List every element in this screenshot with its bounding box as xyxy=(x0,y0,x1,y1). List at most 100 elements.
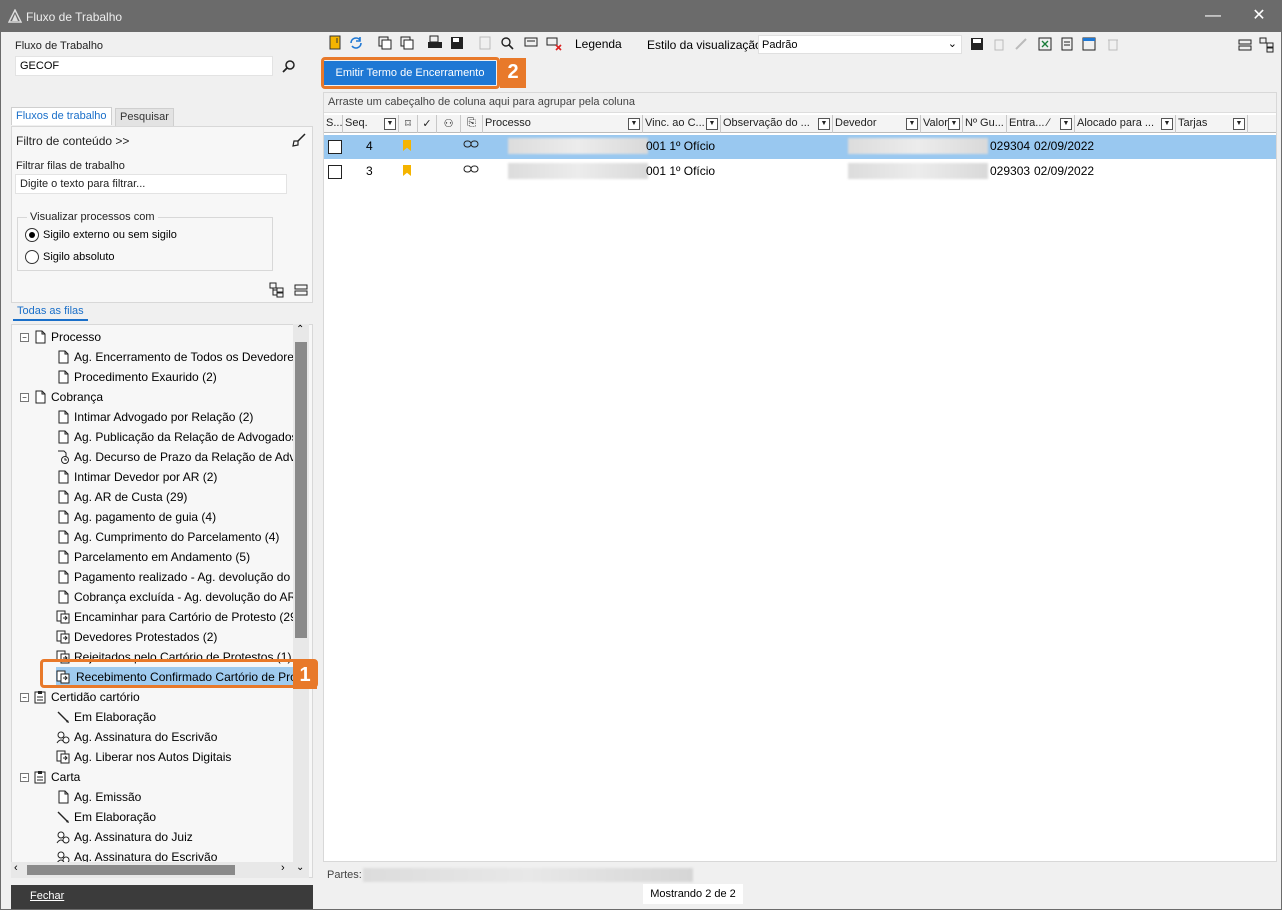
tree-item[interactable]: Ag. Cumprimento do Parcelamento (4) xyxy=(56,527,279,547)
collapse-toggle-icon[interactable]: − xyxy=(20,772,29,782)
column-header[interactable]: Devedor ▼ xyxy=(833,115,921,133)
column-header[interactable]: S... xyxy=(324,115,343,133)
tree-horizontal-scrollbar[interactable]: ‹ › xyxy=(11,862,293,878)
filter-dropdown-icon[interactable]: ▼ xyxy=(628,118,640,130)
expand-tree-icon[interactable] xyxy=(269,282,285,298)
tree-item[interactable]: Ag. Publicação da Relação de Advogados xyxy=(56,427,298,447)
attach-col-icon[interactable]: ⎘ xyxy=(461,115,483,133)
window-layout-icon[interactable] xyxy=(1081,36,1097,52)
tree-vertical-scrollbar[interactable]: ⌃ ⌄ xyxy=(293,324,309,878)
tree-item[interactable]: Ag. Encerramento de Todos os Devedores xyxy=(56,347,300,367)
bookmark-icon[interactable] xyxy=(403,165,411,176)
legend-button[interactable]: Legenda xyxy=(575,37,622,51)
tree-item[interactable]: Intimar Devedor por AR (2) xyxy=(56,467,217,487)
close-window-button[interactable]: ✕ xyxy=(1236,0,1282,32)
filter-dropdown-icon[interactable]: ▼ xyxy=(1161,118,1173,130)
tab-fluxos[interactable]: Fluxos de trabalho xyxy=(11,107,112,125)
content-filter-toggle[interactable]: Filtro de conteúdo >> xyxy=(16,134,129,148)
remove-comment-icon[interactable] xyxy=(546,35,562,51)
tree-item[interactable]: Ag. pagamento de guia (4) xyxy=(56,507,216,527)
close-button[interactable]: Fechar xyxy=(11,885,313,909)
collapse-toggle-icon[interactable]: − xyxy=(20,692,29,702)
tree-item[interactable]: Ag. Liberar nos Autos Digitais xyxy=(56,747,231,767)
column-header[interactable]: Vinc. ao C... ▼ xyxy=(643,115,721,133)
scroll-right-icon[interactable]: › xyxy=(281,862,285,874)
excel-export-icon[interactable] xyxy=(1037,36,1053,52)
brush-icon[interactable] xyxy=(291,132,307,148)
radio-button[interactable] xyxy=(25,228,39,242)
bookmark-icon[interactable] xyxy=(403,140,411,151)
copy-check-icon[interactable] xyxy=(377,35,393,51)
filter-dropdown-icon[interactable]: ▼ xyxy=(1060,118,1072,130)
search-icon[interactable] xyxy=(282,59,296,73)
tree-item[interactable]: Pagamento realizado - Ag. devolução do xyxy=(56,567,290,587)
scroll-up-icon[interactable]: ⌃ xyxy=(296,324,304,335)
column-header[interactable]: Entra... ∕ ▼ xyxy=(1007,115,1075,133)
collapse-toggle-icon[interactable]: − xyxy=(20,392,29,402)
filter-dropdown-icon[interactable]: ▼ xyxy=(818,118,830,130)
check-col-icon[interactable]: ✓ xyxy=(418,115,437,133)
tree-item[interactable]: Em Elaboração xyxy=(56,807,156,827)
tree-item[interactable]: Ag. Decurso de Prazo da Relação de Advc xyxy=(56,447,301,467)
scroll-thumb[interactable] xyxy=(295,342,307,638)
tree-item[interactable]: Ag. Assinatura do Juiz xyxy=(56,827,193,847)
refresh-icon[interactable] xyxy=(348,35,364,51)
collapse-panels-icon[interactable] xyxy=(1237,37,1253,53)
link-icon[interactable] xyxy=(463,138,479,152)
filter-dropdown-icon[interactable]: ▼ xyxy=(1233,118,1245,130)
filter-dropdown-icon[interactable]: ▼ xyxy=(384,118,396,130)
tree-item[interactable]: Em Elaboração xyxy=(56,707,156,727)
save-doc-icon[interactable] xyxy=(449,35,465,51)
copy-icon[interactable] xyxy=(399,35,415,51)
users-col-icon[interactable]: ⚇ xyxy=(437,115,461,133)
minimize-button[interactable]: — xyxy=(1190,0,1236,32)
tab-pesquisar[interactable]: Pesquisar xyxy=(115,108,174,126)
filter-dropdown-icon[interactable]: ▼ xyxy=(706,118,718,130)
all-queues-tab[interactable]: Todas as filas xyxy=(13,303,88,321)
scroll-thumb[interactable] xyxy=(27,865,235,875)
tree-group[interactable]: − Processo xyxy=(20,327,101,347)
filter-queues-input[interactable]: Digite o texto para filtrar... xyxy=(15,174,287,194)
workflow-input[interactable]: GECOF xyxy=(15,56,273,76)
tree-item[interactable]: Ag. Emissão xyxy=(56,787,141,807)
radio-button[interactable] xyxy=(25,250,39,264)
column-header[interactable]: Seq. ▼ xyxy=(343,115,399,133)
expand-panels-icon[interactable] xyxy=(1259,37,1275,53)
filter-dropdown-icon[interactable]: ▼ xyxy=(948,118,960,130)
collapse-tree-icon[interactable] xyxy=(293,282,309,298)
tree-item[interactable]: Ag. AR de Custa (29) xyxy=(56,487,187,507)
filter-dropdown-icon[interactable]: ▼ xyxy=(906,118,918,130)
scroll-down-icon[interactable]: ⌄ xyxy=(296,862,304,873)
column-header[interactable]: Nº Gu... xyxy=(963,115,1007,133)
tree-item[interactable]: Intimar Advogado por Relação (2) xyxy=(56,407,253,427)
tree-item[interactable]: Encaminhar para Cartório de Protesto (29 xyxy=(56,607,297,627)
table-row[interactable]: 3 001 1º Ofício 029303 02/09/2022 xyxy=(324,160,1276,184)
tree-group[interactable]: − Certidão cartório xyxy=(20,687,140,707)
tree-item[interactable]: Cobrança excluída - Ag. devolução do AR xyxy=(56,587,296,607)
bookmark-col-icon[interactable]: ⌑ xyxy=(399,115,418,133)
scroll-left-icon[interactable]: ‹ xyxy=(14,862,18,874)
link-icon[interactable] xyxy=(463,163,479,177)
radio-external-secrecy[interactable]: Sigilo externo ou sem sigilo xyxy=(25,228,177,242)
new-doc-icon[interactable] xyxy=(327,35,343,51)
collapse-toggle-icon[interactable]: − xyxy=(20,332,29,342)
column-header[interactable]: Valor ... ▼ xyxy=(921,115,963,133)
tree-item[interactable]: Devedores Protestados (2) xyxy=(56,627,217,647)
column-header[interactable]: Processo ▼ xyxy=(483,115,643,133)
report-icon[interactable] xyxy=(1059,36,1075,52)
column-header[interactable]: Tarjas ▼ xyxy=(1176,115,1248,133)
table-row[interactable]: 4 001 1º Ofício 029304 02/09/2022 xyxy=(324,135,1276,159)
tree-item[interactable]: Parcelamento em Andamento (5) xyxy=(56,547,250,567)
print-icon[interactable] xyxy=(427,35,443,51)
save-view-icon[interactable] xyxy=(969,36,985,52)
tree-item[interactable]: Ag. Assinatura do Escrivão xyxy=(56,727,217,747)
tree-group[interactable]: − Carta xyxy=(20,767,80,787)
radio-absolute-secrecy[interactable]: Sigilo absoluto xyxy=(25,250,115,264)
column-header[interactable]: Alocado para ... ▼ xyxy=(1075,115,1176,133)
row-checkbox[interactable] xyxy=(328,165,342,179)
search-doc-icon[interactable] xyxy=(499,35,515,51)
chevron-down-icon[interactable]: ⌄ xyxy=(948,37,957,50)
column-header[interactable]: Observação do ... ▼ xyxy=(721,115,833,133)
view-style-select[interactable]: Padrão ⌄ xyxy=(758,35,962,54)
tree-group[interactable]: − Cobrança xyxy=(20,387,103,407)
